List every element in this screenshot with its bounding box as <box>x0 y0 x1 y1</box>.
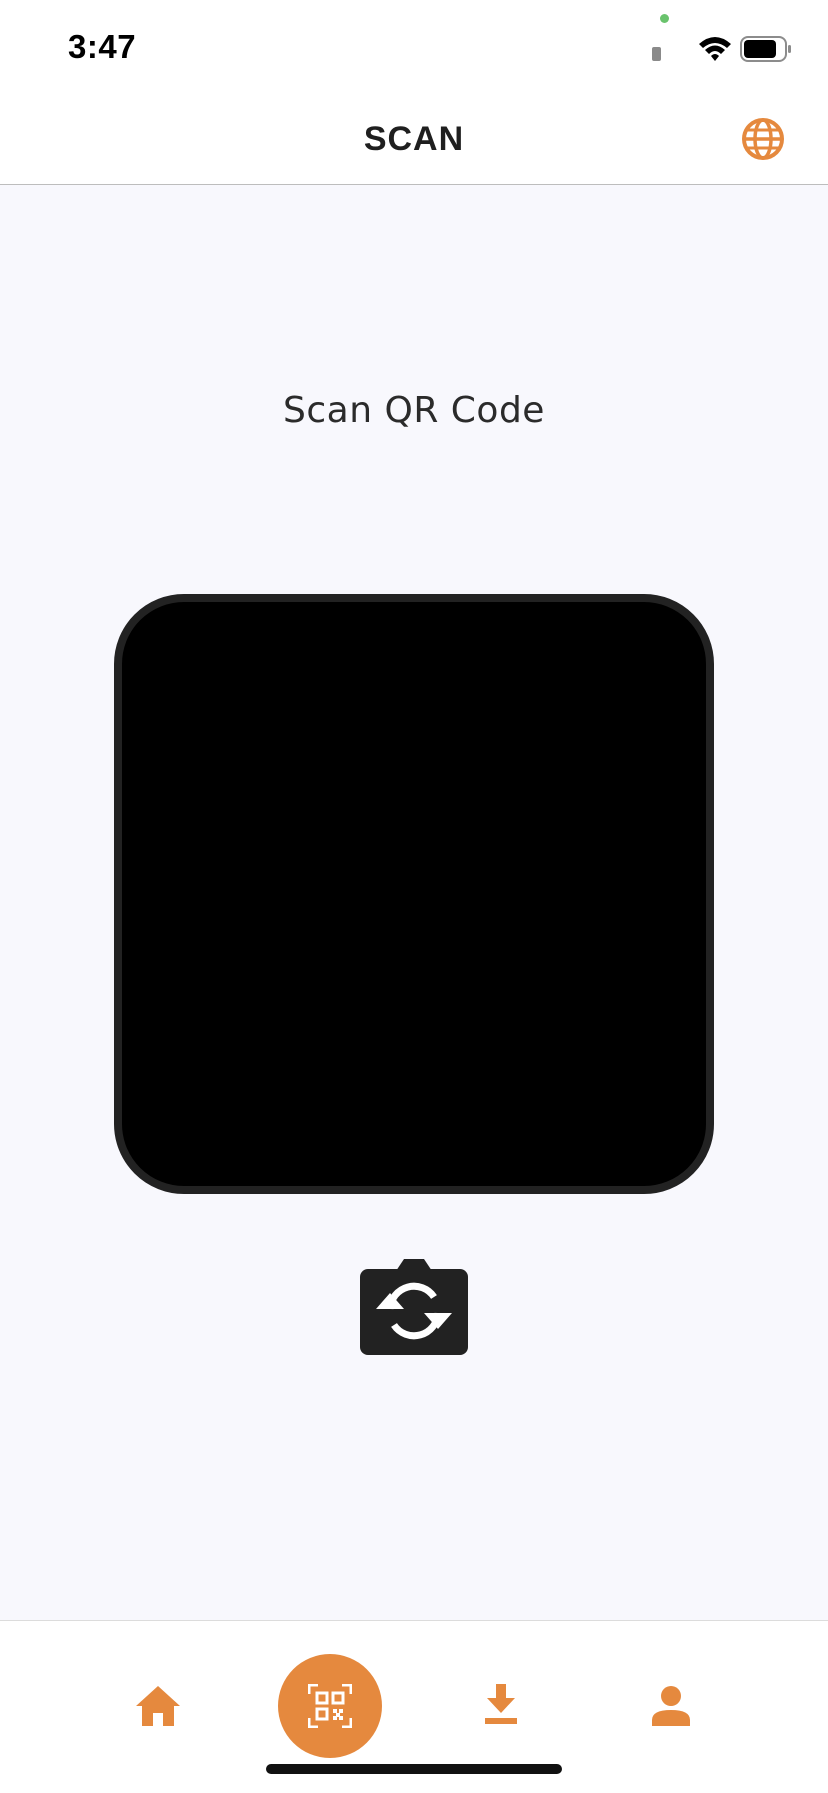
privacy-indicator-dot <box>660 14 669 23</box>
download-icon <box>485 1684 517 1724</box>
profile-icon <box>652 1686 690 1726</box>
tab-download[interactable] <box>484 1684 518 1724</box>
home-icon <box>136 1686 180 1726</box>
tab-scan[interactable] <box>278 1654 382 1758</box>
home-indicator <box>266 1764 562 1774</box>
status-time: 3:47 <box>68 28 137 65</box>
switch-camera-icon[interactable] <box>360 1257 468 1355</box>
camera-viewfinder[interactable] <box>114 594 714 1194</box>
wifi-icon <box>699 37 731 61</box>
page-title: SCAN <box>363 120 465 158</box>
tab-home[interactable] <box>134 1684 182 1728</box>
nav-header: SCAN <box>0 90 828 185</box>
qr-code-icon <box>308 1684 352 1728</box>
status-bar: 3:47 <box>0 0 828 90</box>
battery-icon <box>740 36 791 62</box>
signal-icon <box>652 47 661 61</box>
scan-heading: Scan QR Code <box>283 390 545 431</box>
tab-profile[interactable] <box>652 1686 690 1726</box>
globe-icon[interactable] <box>741 117 785 161</box>
